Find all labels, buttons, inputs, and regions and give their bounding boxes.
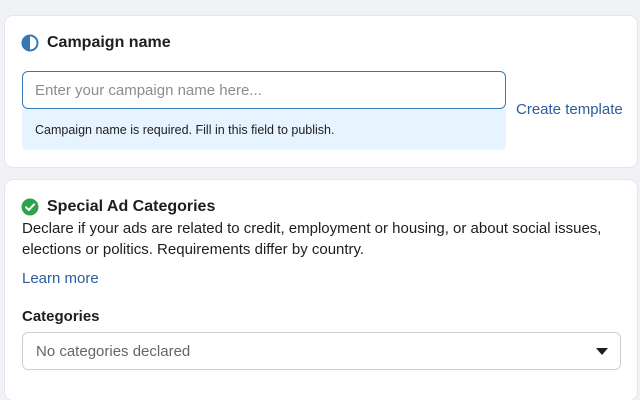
campaign-name-header: Campaign name xyxy=(21,34,171,52)
categories-selected-value: No categories declared xyxy=(36,342,191,360)
campaign-name-heading: Campaign name xyxy=(47,34,171,51)
special-ad-categories-heading: Special Ad Categories xyxy=(47,198,216,215)
error-message-text: Campaign name is required. Fill in this … xyxy=(35,122,335,137)
special-ad-categories-description: Declare if your ads are related to credi… xyxy=(22,220,602,258)
campaign-name-error-message: Campaign name is required. Fill in this … xyxy=(22,109,506,150)
campaign-name-card: Campaign name Campaign name is required.… xyxy=(5,16,637,167)
create-template-link[interactable]: Create template xyxy=(516,101,623,118)
categories-dropdown[interactable]: No categories declared xyxy=(22,332,621,370)
campaign-name-input[interactable] xyxy=(23,81,505,99)
special-ad-categories-header: Special Ad Categories xyxy=(21,198,215,216)
learn-more-link[interactable]: Learn more xyxy=(22,270,99,287)
categories-label: Categories xyxy=(22,308,100,325)
special-ad-categories-card: Special Ad Categories Declare if your ad… xyxy=(5,180,637,400)
chevron-down-icon xyxy=(596,347,608,355)
half-circle-icon xyxy=(21,34,39,52)
check-circle-icon xyxy=(21,198,39,216)
campaign-name-input-wrapper[interactable] xyxy=(22,71,506,109)
